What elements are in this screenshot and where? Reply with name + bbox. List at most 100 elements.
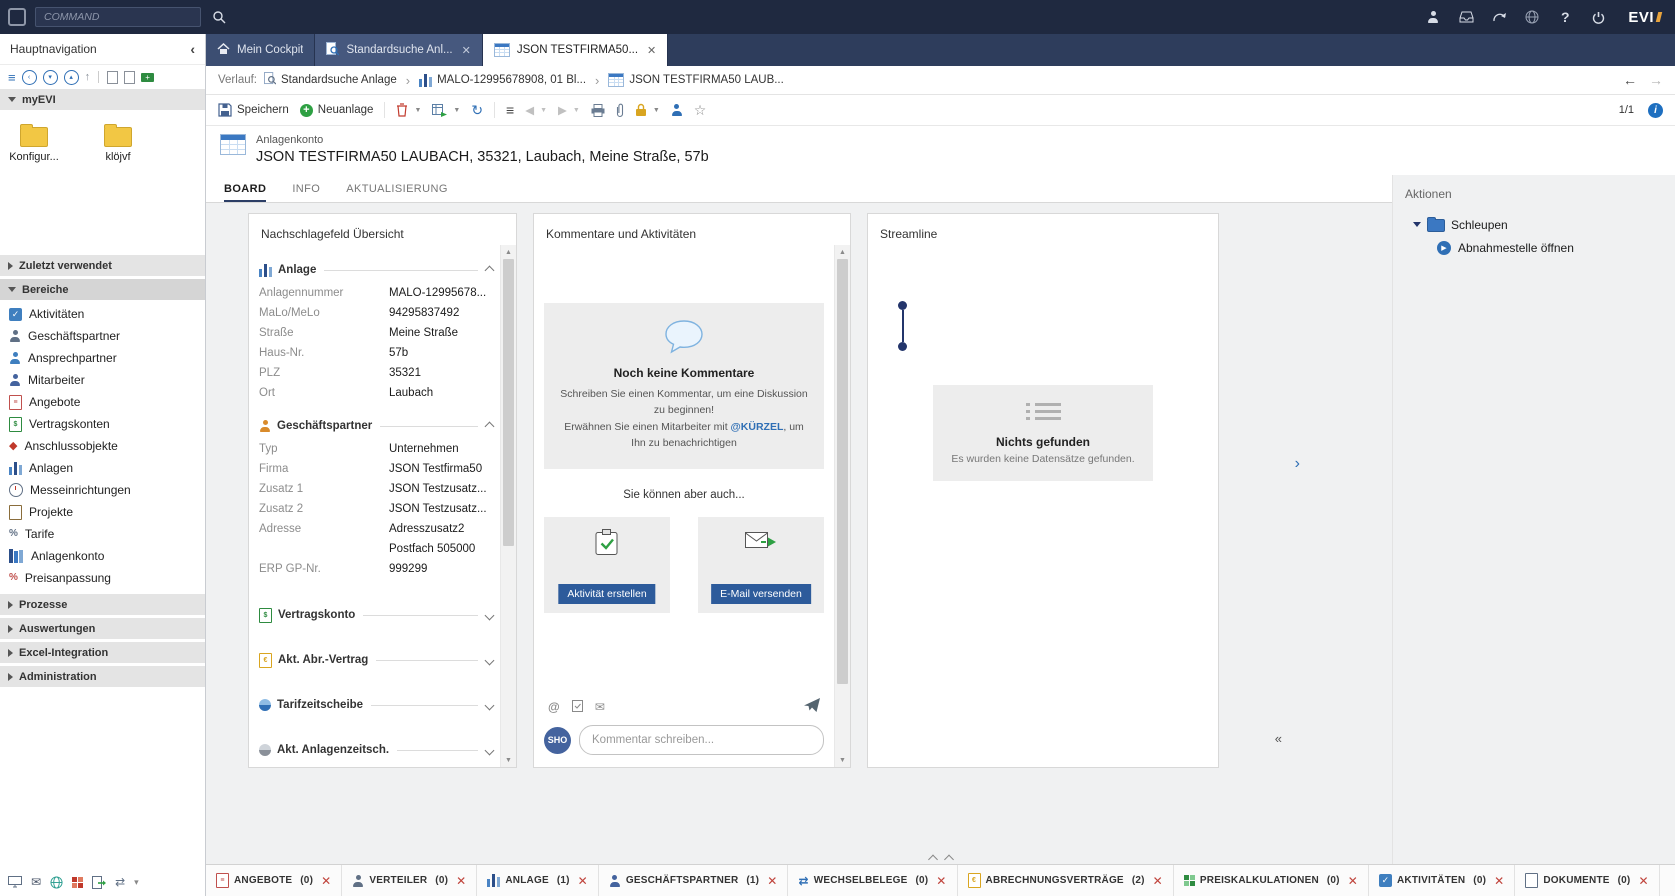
caret-down-icon[interactable]: ▾ bbox=[134, 878, 139, 887]
mail-icon[interactable]: ✉ bbox=[31, 876, 41, 888]
new-record-button[interactable]: + Neuanlage bbox=[300, 104, 374, 117]
bottom-tab-wechselbelege[interactable]: ⇄WECHSELBELEGE(0)✕ bbox=[788, 865, 957, 896]
group-header[interactable]: $ Vertragskonto bbox=[259, 606, 498, 624]
sidebar-item-anschlussobjekte[interactable]: ◆Anschlussobjekte bbox=[0, 435, 205, 457]
close-icon[interactable]: ✕ bbox=[767, 874, 777, 888]
chevron-up-icon[interactable] bbox=[485, 421, 495, 431]
mention-link[interactable]: @KÜRZEL bbox=[731, 421, 784, 433]
delete-button[interactable]: ▼ bbox=[396, 103, 421, 117]
group-header[interactable]: Geschäftspartner bbox=[259, 417, 498, 435]
chevron-down-icon[interactable] bbox=[485, 700, 495, 710]
sidebar-section-auswertungen[interactable]: Auswertungen bbox=[0, 618, 205, 639]
tab-json-testfirma[interactable]: JSON TESTFIRMA50... ✕ bbox=[483, 34, 668, 66]
print-button[interactable] bbox=[591, 104, 605, 117]
breadcrumb-item[interactable]: JSON TESTFIRMA50 LAUB... bbox=[608, 73, 783, 87]
create-activity-button[interactable]: Aktivität erstellen bbox=[558, 584, 655, 604]
inbox-icon[interactable] bbox=[1457, 7, 1475, 27]
folder-item[interactable]: Konfigur... bbox=[4, 123, 64, 163]
close-icon[interactable]: ✕ bbox=[456, 874, 466, 888]
globe-icon[interactable] bbox=[1523, 7, 1541, 27]
sidebar-item-ansprechpartner[interactable]: Ansprechpartner bbox=[0, 347, 205, 369]
monitor-icon[interactable] bbox=[8, 876, 22, 888]
expand-panel-icon[interactable]: › bbox=[1295, 455, 1300, 473]
sidebar-item-angebote[interactable]: ≡Angebote bbox=[0, 391, 205, 413]
modules-icon[interactable] bbox=[72, 877, 83, 888]
send-icon[interactable] bbox=[804, 698, 820, 715]
bottom-tab-preiskalkulationen[interactable]: PREISKALKULATIONEN(0)✕ bbox=[1174, 865, 1369, 896]
previous-record-button[interactable]: ◀▼ bbox=[525, 103, 547, 117]
bottom-tab-angebote[interactable]: ≡ANGEBOTE(0)✕ bbox=[206, 865, 342, 896]
bottom-tab-abrechnungsvertraege[interactable]: €ABRECHNUNGSVERTRÄGE(2)✕ bbox=[958, 865, 1174, 896]
bottom-tab-verteiler[interactable]: VERTEILER(0)✕ bbox=[342, 865, 477, 896]
sidebar-item-anlagenkonto[interactable]: Anlagenkonto bbox=[0, 545, 205, 567]
sidebar-item-mitarbeiter[interactable]: Mitarbeiter bbox=[0, 369, 205, 391]
sidebar-section-excel-integration[interactable]: Excel-Integration bbox=[0, 642, 205, 663]
sidebar-item-aktivitaeten[interactable]: ✓Aktivitäten bbox=[0, 303, 205, 325]
close-icon[interactable]: ✕ bbox=[1153, 874, 1163, 888]
bottom-tab-geschaeftspartner[interactable]: GESCHÄFTSPARTNER(1)✕ bbox=[599, 865, 789, 896]
favorite-button[interactable]: ☆ bbox=[694, 102, 707, 119]
save-button[interactable]: Speichern bbox=[218, 103, 289, 117]
vertical-scrollbar[interactable]: ▲ ▼ bbox=[834, 245, 850, 767]
chevron-down-icon[interactable] bbox=[485, 610, 495, 620]
close-icon[interactable]: ✕ bbox=[1494, 874, 1504, 888]
attachment-button[interactable] bbox=[616, 103, 624, 118]
chevron-down-icon[interactable] bbox=[485, 745, 495, 755]
sidebar-section-prozesse[interactable]: Prozesse bbox=[0, 594, 205, 615]
assign-user-button[interactable] bbox=[671, 104, 683, 116]
scroll-up-icon[interactable]: ▲ bbox=[835, 245, 850, 259]
close-icon[interactable]: ✕ bbox=[647, 44, 656, 57]
sidebar-section-recent[interactable]: Zuletzt verwendet bbox=[0, 255, 205, 276]
transfer-icon[interactable]: ⇄ bbox=[115, 876, 125, 888]
upload-icon[interactable]: ↑ bbox=[85, 72, 91, 83]
task-icon[interactable] bbox=[572, 699, 583, 715]
sidebar-item-vertragskonten[interactable]: $Vertragskonten bbox=[0, 413, 205, 435]
group-header[interactable]: Tarifzeitscheibe bbox=[259, 696, 498, 714]
chevron-up-icon[interactable] bbox=[485, 265, 495, 275]
circle-up-icon[interactable]: ▴ bbox=[64, 70, 79, 85]
export-icon[interactable] bbox=[92, 876, 106, 889]
scroll-up-icon[interactable]: ▲ bbox=[501, 245, 516, 259]
scroll-down-icon[interactable]: ▼ bbox=[501, 753, 516, 767]
menu-icon[interactable]: ≡ bbox=[8, 71, 16, 84]
tab-mein-cockpit[interactable]: Mein Cockpit bbox=[206, 34, 315, 66]
breadcrumb-item[interactable]: MALO-12995678908, 01 Bl... bbox=[419, 74, 586, 87]
mail-icon[interactable]: ✉ bbox=[595, 701, 605, 713]
tab-standardsuche[interactable]: Standardsuche Anl... ✕ bbox=[315, 34, 482, 66]
breadcrumb-item[interactable]: Standardsuche Anlage bbox=[264, 72, 397, 88]
action-abnahmestelle-oeffnen[interactable]: ▶ Abnahmestelle öffnen bbox=[1437, 241, 1665, 255]
collapse-panel-icon[interactable]: « bbox=[1275, 731, 1282, 746]
chevron-down-icon[interactable] bbox=[485, 655, 495, 665]
sidebar-section-myevi[interactable]: myEVI bbox=[0, 89, 205, 110]
bottom-tab-dokumente[interactable]: DOKUMENTE(0)✕ bbox=[1515, 865, 1659, 896]
sidebar-section-areas[interactable]: Bereiche bbox=[0, 279, 205, 300]
circle-back-icon[interactable]: ‹ bbox=[22, 70, 37, 85]
refresh-button[interactable]: ↻ bbox=[471, 102, 483, 119]
comment-input[interactable] bbox=[579, 725, 824, 755]
command-input[interactable] bbox=[35, 7, 201, 27]
group-header[interactable]: Akt. Anlagenzeitsch. bbox=[259, 741, 498, 759]
globe-icon[interactable] bbox=[50, 876, 63, 889]
power-icon[interactable] bbox=[1589, 7, 1607, 27]
document-icon[interactable] bbox=[107, 71, 118, 84]
document-copy-icon[interactable] bbox=[124, 71, 135, 84]
sidebar-item-preisanpassung[interactable]: %Preisanpassung bbox=[0, 567, 205, 589]
mention-icon[interactable]: @ bbox=[548, 700, 560, 714]
sidebar-item-messeinrichtungen[interactable]: Messeinrichtungen bbox=[0, 479, 205, 501]
sidebar-item-tarife[interactable]: %Tarife bbox=[0, 523, 205, 545]
tab-aktualisierung[interactable]: AKTUALISIERUNG bbox=[346, 175, 448, 202]
splitter-handle[interactable] bbox=[919, 854, 962, 865]
group-header[interactable]: Anlage bbox=[259, 261, 498, 279]
actions-group-schleupen[interactable]: Schleupen bbox=[1413, 217, 1665, 232]
lock-button[interactable]: ▼ bbox=[635, 103, 660, 117]
send-email-button[interactable]: E-Mail versenden bbox=[711, 584, 811, 604]
timeline-dot[interactable] bbox=[898, 342, 907, 351]
bottom-tab-anlage[interactable]: ANLAGE(1)✕ bbox=[477, 865, 599, 896]
group-header[interactable]: € Akt. Abr.-Vertrag bbox=[259, 651, 498, 669]
vertical-scrollbar[interactable]: ▲ ▼ bbox=[500, 245, 516, 767]
folder-item[interactable]: klöjvf bbox=[88, 123, 148, 163]
help-icon[interactable]: ? bbox=[1556, 7, 1574, 27]
search-icon[interactable] bbox=[210, 7, 228, 27]
next-record-button[interactable]: ▶▼ bbox=[558, 103, 580, 117]
sidebar-item-anlagen[interactable]: Anlagen bbox=[0, 457, 205, 479]
